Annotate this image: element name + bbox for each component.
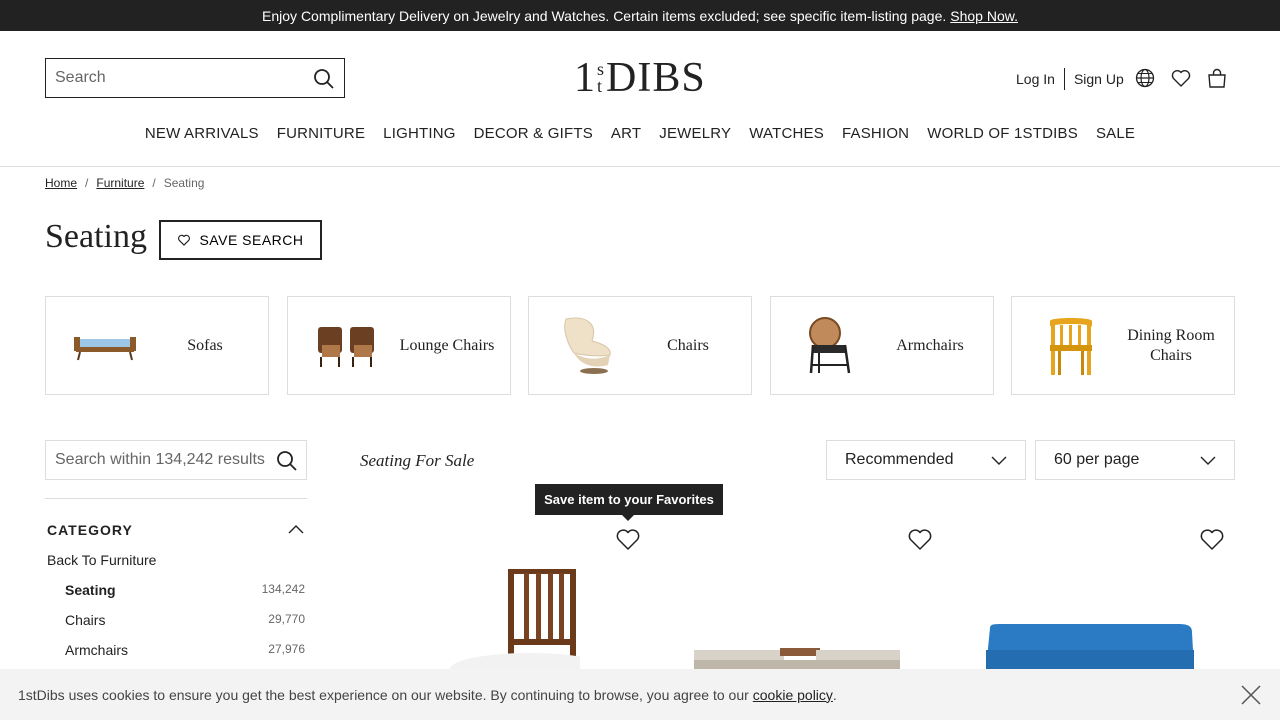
shop-now-link[interactable]: Shop Now. xyxy=(950,8,1018,24)
filter-item-armchairs[interactable]: Armchairs 27,976 xyxy=(65,642,305,658)
cookie-end: . xyxy=(832,686,837,703)
close-icon[interactable] xyxy=(1240,684,1262,706)
nav-fashion[interactable]: FASHION xyxy=(842,125,909,142)
category-label: Lounge Chairs xyxy=(399,336,495,354)
lounge-chairs-thumbnail xyxy=(302,306,392,386)
header-search xyxy=(45,58,345,98)
nav-art[interactable]: ART xyxy=(611,125,641,142)
logo-st: s t xyxy=(597,60,604,96)
breadcrumb: Home / Furniture / Seating xyxy=(45,176,204,190)
save-search-button[interactable]: SAVE SEARCH xyxy=(159,220,322,260)
nav-jewelry[interactable]: JEWELRY xyxy=(659,125,731,142)
chevron-down-icon xyxy=(1200,456,1216,465)
category-card-sofas[interactable]: Sofas xyxy=(45,296,269,395)
per-page-dropdown[interactable]: 60 per page xyxy=(1035,440,1235,480)
chevron-down-icon xyxy=(991,456,1007,465)
nav-divider xyxy=(0,166,1280,167)
category-card-lounge-chairs[interactable]: Lounge Chairs xyxy=(287,296,511,395)
breadcrumb-furniture[interactable]: Furniture xyxy=(96,176,144,190)
filter-item-count: 29,770 xyxy=(268,612,305,626)
filter-item-label: Armchairs xyxy=(65,642,129,658)
chevron-up-icon[interactable] xyxy=(288,523,304,535)
favorite-heart-icon[interactable] xyxy=(907,526,933,552)
filter-item-seating[interactable]: Seating 134,242 xyxy=(65,582,305,598)
filter-item-chairs[interactable]: Chairs 29,770 xyxy=(65,612,305,628)
filter-item-count: 27,976 xyxy=(268,642,305,656)
results-heading: Seating For Sale xyxy=(360,451,475,470)
sofa-thumbnail xyxy=(60,306,150,386)
category-label: Sofas xyxy=(187,336,223,354)
search-within-input[interactable] xyxy=(55,451,265,469)
favorite-heart-icon[interactable] xyxy=(615,526,641,552)
category-card-dining-room-chairs[interactable]: Dining Room Chairs xyxy=(1011,296,1235,395)
nav-watches[interactable]: WATCHES xyxy=(749,125,824,142)
filter-item-count: 134,242 xyxy=(261,582,305,596)
promo-text: Enjoy Complimentary Delivery on Jewelry … xyxy=(262,7,947,24)
product-image-bobbin-chair[interactable] xyxy=(440,565,580,669)
nav-new-arrivals[interactable]: NEW ARRIVALS xyxy=(145,125,259,142)
logo-dibs: DIBS xyxy=(606,55,706,101)
account-divider xyxy=(1063,68,1065,90)
category-label: Chairs xyxy=(667,336,709,354)
product-image-low-table[interactable] xyxy=(690,640,904,669)
favorites-heart-icon[interactable] xyxy=(1170,67,1192,89)
cookie-text: 1stDibs uses cookies to ensure you get t… xyxy=(18,686,749,703)
back-to-furniture-link[interactable]: Back To Furniture xyxy=(47,552,156,568)
chairs-thumbnail xyxy=(543,306,633,386)
nav-sale[interactable]: SALE xyxy=(1096,125,1135,142)
cookie-banner: 1stDibs uses cookies to ensure you get t… xyxy=(0,669,1280,720)
globe-icon[interactable] xyxy=(1134,67,1156,89)
site-logo[interactable]: 1 s t DIBS xyxy=(574,53,708,103)
logo-one: 1 xyxy=(574,55,595,101)
shopping-bag-icon[interactable] xyxy=(1206,67,1228,89)
logo-t: t xyxy=(597,76,603,96)
nav-lighting[interactable]: LIGHTING xyxy=(383,125,455,142)
page-title: Seating xyxy=(45,218,147,255)
breadcrumb-separator: / xyxy=(85,176,89,190)
signup-link[interactable]: Sign Up xyxy=(1074,71,1124,87)
save-search-label: SAVE SEARCH xyxy=(199,232,304,248)
search-icon[interactable] xyxy=(276,450,298,472)
category-label: Dining Room Chairs xyxy=(1127,326,1215,364)
heart-outline-icon xyxy=(178,234,191,246)
category-card-armchairs[interactable]: Armchairs xyxy=(770,296,994,395)
category-label: Armchairs xyxy=(896,336,964,354)
category-card-chairs[interactable]: Chairs xyxy=(528,296,752,395)
favorites-tooltip: Save item to your Favorites xyxy=(535,484,723,521)
breadcrumb-home[interactable]: Home xyxy=(45,176,77,190)
nav-furniture[interactable]: FURNITURE xyxy=(277,125,365,142)
nav-world-of-1stdibs[interactable]: WORLD OF 1STDIBS xyxy=(927,125,1078,142)
sort-dropdown[interactable]: Recommended xyxy=(826,440,1026,480)
search-icon[interactable] xyxy=(313,68,335,90)
login-link[interactable]: Log In xyxy=(1016,71,1055,87)
per-page-value: 60 per page xyxy=(1054,451,1140,468)
favorite-heart-icon[interactable] xyxy=(1199,526,1225,552)
breadcrumb-current: Seating xyxy=(163,176,205,190)
filter-item-label: Seating xyxy=(65,582,116,598)
promo-bar: Enjoy Complimentary Delivery on Jewelry … xyxy=(0,0,1280,31)
product-image-blue-sofa[interactable] xyxy=(982,620,1198,669)
search-within-results xyxy=(45,440,307,480)
category-filter-heading[interactable]: CATEGORY xyxy=(47,522,133,538)
cookie-policy-link[interactable]: cookie policy xyxy=(753,687,833,703)
filter-item-label: Chairs xyxy=(65,612,106,628)
main-nav: NEW ARRIVALS FURNITURE LIGHTING DECOR & … xyxy=(0,125,1280,142)
armchairs-thumbnail xyxy=(785,306,875,386)
search-input[interactable] xyxy=(55,69,305,87)
dining-room-chairs-thumbnail xyxy=(1026,306,1116,386)
filter-divider xyxy=(45,498,307,499)
breadcrumb-separator: / xyxy=(152,176,156,190)
account-links: Log In Sign Up xyxy=(1016,68,1124,90)
nav-decor-gifts[interactable]: DECOR & GIFTS xyxy=(474,125,593,142)
sort-value: Recommended xyxy=(845,451,954,468)
